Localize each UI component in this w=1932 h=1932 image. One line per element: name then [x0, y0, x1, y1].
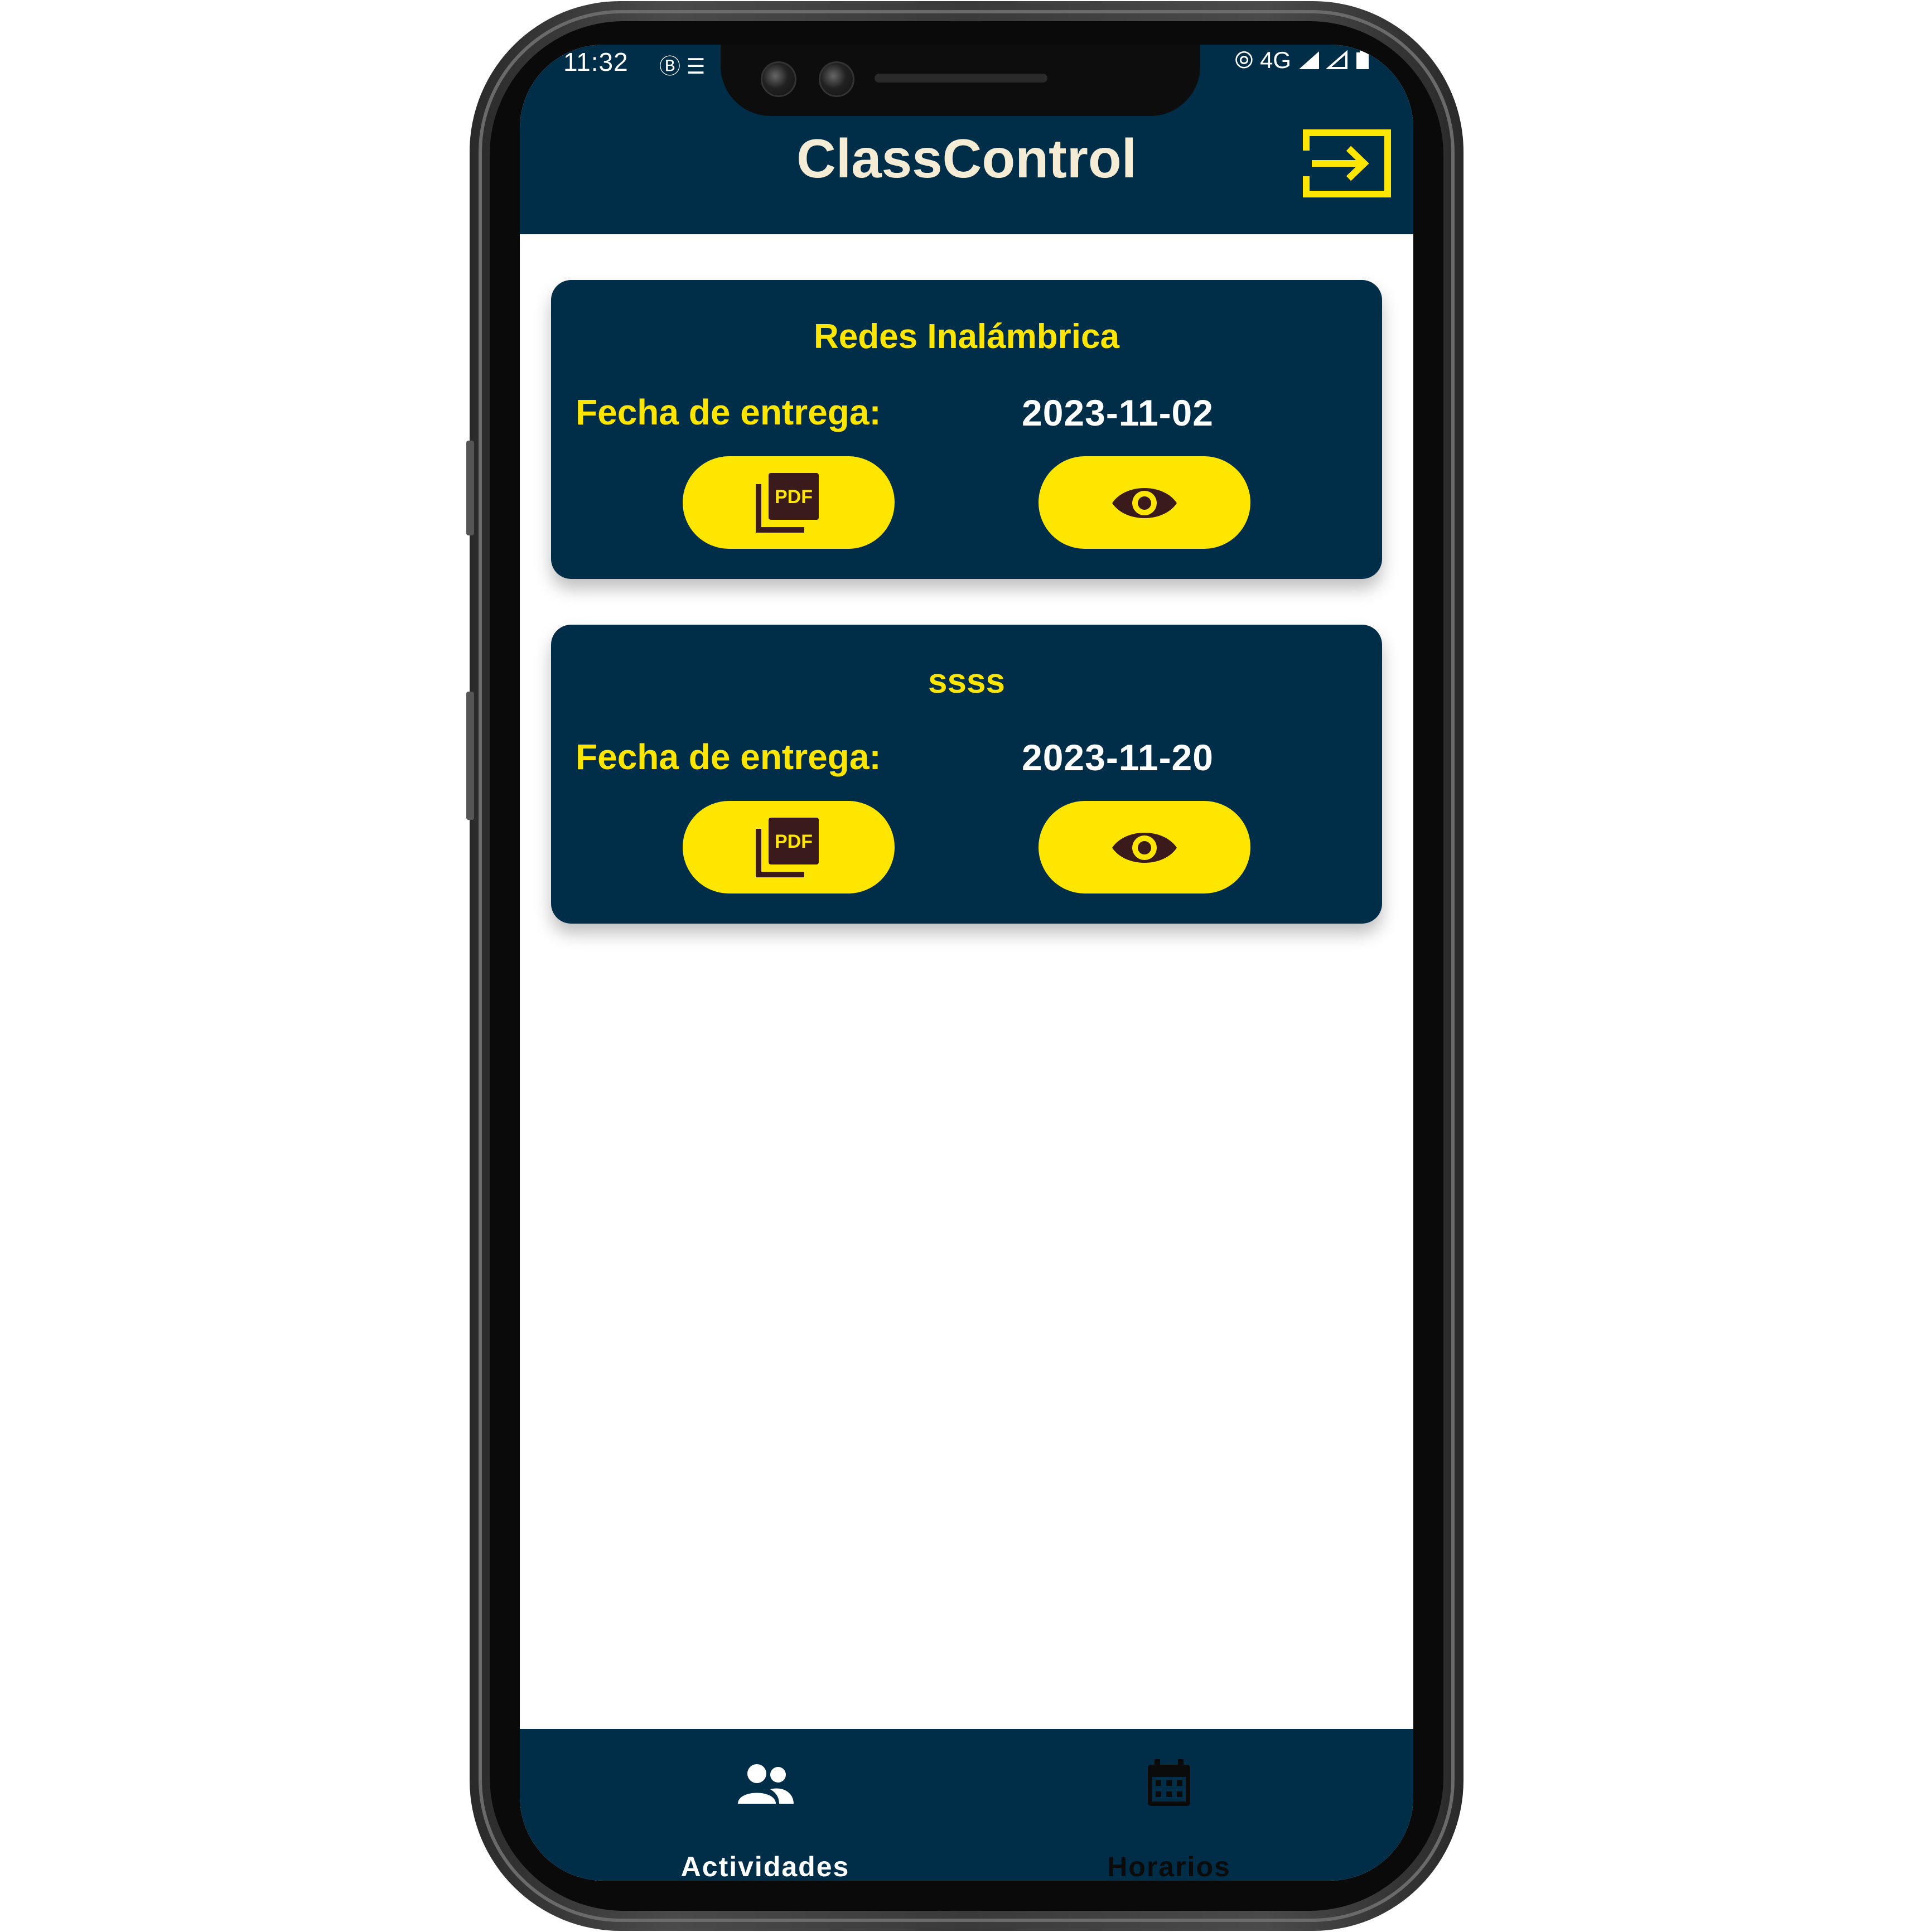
status-right-icons: ⦾ 4G — [1235, 47, 1370, 74]
nav-label-actividades: Actividades — [680, 1851, 850, 1881]
due-date-label: Fecha de entrega: — [576, 392, 881, 432]
group-icon — [738, 1764, 794, 1804]
phone-side-button — [466, 692, 474, 820]
app-header: 11:32 Ⓑ ☰ ⦾ 4G ClassControl — [520, 45, 1413, 234]
svg-text:PDF: PDF — [775, 831, 813, 852]
calendar-icon — [1148, 1759, 1190, 1806]
app-screen: 11:32 Ⓑ ☰ ⦾ 4G ClassControl Redes Inalám… — [520, 45, 1413, 1881]
view-assignment-button[interactable] — [1039, 801, 1250, 893]
logout-icon — [1303, 129, 1391, 197]
signal-icon — [1298, 51, 1319, 69]
app-title: ClassControl — [796, 128, 1137, 189]
battery-icon — [1356, 50, 1369, 69]
phone-side-button — [466, 441, 474, 535]
view-assignment-button[interactable] — [1039, 456, 1250, 549]
assignment-name: ssss — [928, 662, 1005, 701]
eye-icon — [1112, 488, 1177, 518]
assignment-card: Redes Inalámbrica Fecha de entrega: 2023… — [551, 280, 1382, 579]
status-time: 11:32 — [563, 47, 629, 76]
logout-button[interactable] — [1301, 128, 1392, 199]
svg-text:PDF: PDF — [775, 486, 813, 508]
due-date-value: 2023-11-20 — [1022, 737, 1214, 778]
camera-lens — [761, 61, 796, 97]
nfc-icon: ⦾ — [1234, 47, 1254, 73]
assignment-name: Redes Inalámbrica — [814, 317, 1119, 356]
nav-item-actividades[interactable]: Actividades — [626, 1729, 905, 1881]
assignment-card: ssss Fecha de entrega: 2023-11-20 PDF — [551, 625, 1382, 924]
download-pdf-button[interactable]: PDF — [683, 456, 895, 549]
earpiece-speaker — [875, 74, 1047, 83]
pdf-icon: PDF — [756, 818, 819, 877]
nav-item-horarios[interactable]: Horarios — [1030, 1729, 1308, 1881]
download-pdf-button[interactable]: PDF — [683, 801, 895, 893]
status-notification-icons: Ⓑ ☰ — [659, 55, 706, 79]
due-date-label: Fecha de entrega: — [576, 737, 881, 777]
nav-label-horarios: Horarios — [1107, 1851, 1231, 1881]
due-date-value: 2023-11-02 — [1022, 392, 1214, 433]
network-type: 4G — [1259, 47, 1291, 73]
bottom-navigation: Actividades Horarios — [520, 1729, 1413, 1881]
camera-lens — [819, 61, 854, 97]
signal-empty-icon — [1326, 50, 1348, 69]
camera-notch — [721, 45, 1200, 116]
pdf-icon: PDF — [756, 473, 819, 533]
eye-icon — [1112, 833, 1177, 863]
